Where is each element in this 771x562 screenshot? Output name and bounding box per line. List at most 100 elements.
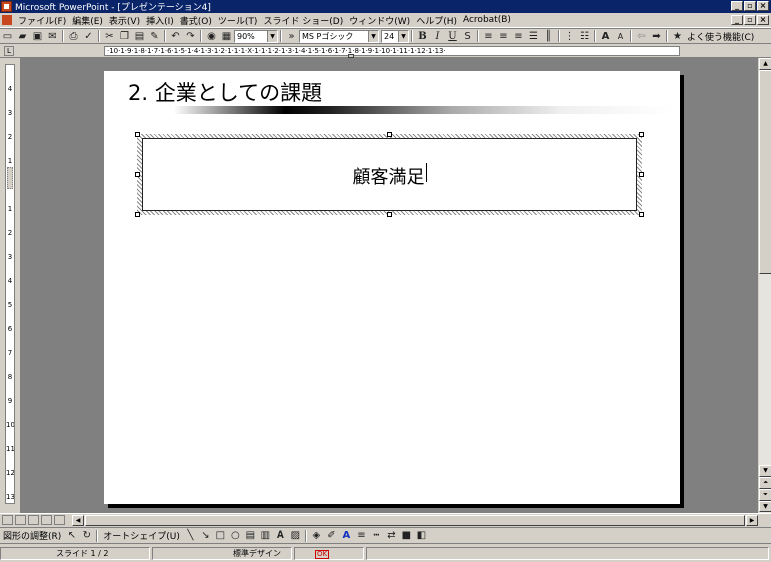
hyperlink-icon[interactable]: ◉ xyxy=(204,29,219,43)
menu-edit[interactable]: 編集(E) xyxy=(69,14,106,27)
new-file-icon[interactable]: ▭ xyxy=(0,29,15,43)
decrease-font-icon[interactable]: A xyxy=(613,29,628,43)
menu-format[interactable]: 書式(O) xyxy=(177,14,215,27)
promote-icon[interactable]: ⇦ xyxy=(634,29,649,43)
numbering-icon[interactable]: ⋮ xyxy=(562,29,577,43)
menu-help[interactable]: ヘルプ(H) xyxy=(413,14,460,27)
email-icon[interactable]: ✉ xyxy=(45,29,60,43)
slide-sorter-icon[interactable] xyxy=(41,515,52,525)
menu-slideshow[interactable]: スライド ショー(D) xyxy=(260,14,346,27)
format-painter-icon[interactable]: ✎ xyxy=(147,29,162,43)
scroll-left-icon[interactable]: ◀ xyxy=(72,515,84,526)
underline-button[interactable]: U xyxy=(445,29,460,43)
arrow-tool-icon[interactable]: ↘ xyxy=(198,529,213,543)
slideshow-view-icon[interactable] xyxy=(54,515,65,525)
resize-handle-bottom-right[interactable] xyxy=(639,212,644,217)
close-button[interactable]: × xyxy=(757,1,769,11)
toolbar-options-icon[interactable]: » xyxy=(284,29,299,43)
redo-icon[interactable]: ↷ xyxy=(183,29,198,43)
cut-icon[interactable]: ✂ xyxy=(102,29,117,43)
next-slide-icon[interactable]: ⏷ xyxy=(759,489,771,501)
dash-style-icon[interactable]: ┅ xyxy=(369,529,384,543)
horizontal-ruler[interactable]: ·10·1·9·1·8·1·7·1·6·1·5·1·4·1·3·1·2·1·1·… xyxy=(104,46,680,56)
line-color-icon[interactable]: ✐ xyxy=(324,529,339,543)
vertical-textbox-tool-icon[interactable]: ▥ xyxy=(258,529,273,543)
resize-handle-top-left[interactable] xyxy=(135,132,140,137)
line-tool-icon[interactable]: ╲ xyxy=(183,529,198,543)
open-folder-icon[interactable]: ▰ xyxy=(15,29,30,43)
clipart-icon[interactable]: ▨ xyxy=(288,529,303,543)
line-style-icon[interactable]: ≡ xyxy=(354,529,369,543)
previous-slide-icon[interactable]: ⏶ xyxy=(759,477,771,489)
slide-canvas[interactable]: 2. 企業としての課題 顧客満足 xyxy=(104,71,680,504)
restore-button[interactable]: ▫ xyxy=(744,1,756,11)
tab-selector[interactable]: L xyxy=(4,46,14,56)
textbox-text[interactable]: 顧客満足 xyxy=(353,163,425,189)
zoom-select[interactable]: 90% ▼ xyxy=(234,29,278,43)
align-center-icon[interactable]: ≡ xyxy=(496,29,511,43)
menu-acrobat[interactable]: Acrobat(B) xyxy=(460,15,514,25)
horizontal-scroll-thumb[interactable] xyxy=(85,515,745,526)
shadow-style-icon[interactable]: ■ xyxy=(399,529,414,543)
oval-tool-icon[interactable]: ○ xyxy=(228,529,243,543)
insert-table-icon[interactable]: ▦ xyxy=(219,29,234,43)
vertical-text-icon[interactable]: ║ xyxy=(541,29,556,43)
fill-color-icon[interactable]: ◈ xyxy=(309,529,324,543)
powerpoint-app-icon[interactable] xyxy=(1,1,12,12)
slide-view-icon[interactable] xyxy=(28,515,39,525)
resize-handle-bottom[interactable] xyxy=(387,212,392,217)
justify-icon[interactable]: ☰ xyxy=(526,29,541,43)
bold-button[interactable]: B xyxy=(415,29,430,43)
scroll-down-icon[interactable]: ▼ xyxy=(759,465,771,477)
align-right-icon[interactable]: ≡ xyxy=(511,29,526,43)
font-color-icon[interactable]: A xyxy=(339,529,354,543)
font-dropdown-arrow-icon[interactable]: ▼ xyxy=(368,30,378,42)
minimize-button[interactable]: _ xyxy=(731,1,743,11)
scroll-up-icon[interactable]: ▲ xyxy=(759,58,771,70)
align-left-icon[interactable]: ≡ xyxy=(481,29,496,43)
autoshapes-menu[interactable]: オートシェイプ(U) xyxy=(100,529,183,542)
demote-icon[interactable]: ➡ xyxy=(649,29,664,43)
vertical-scrollbar[interactable]: ▲ ▼ ⏶ ⏷ ▼ xyxy=(758,58,771,513)
spellcheck-status-icon[interactable]: OK xyxy=(315,550,329,559)
doc-close-button[interactable]: × xyxy=(757,15,769,25)
menu-file[interactable]: ファイル(F) xyxy=(15,14,69,27)
menu-insert[interactable]: 挿入(I) xyxy=(143,14,177,27)
shadow-button[interactable]: S xyxy=(460,29,475,43)
undo-icon[interactable]: ↶ xyxy=(168,29,183,43)
paste-icon[interactable]: ▤ xyxy=(132,29,147,43)
wordart-icon[interactable]: 𝐀 xyxy=(273,529,288,543)
menu-tools[interactable]: ツール(T) xyxy=(215,14,261,27)
rotate-icon[interactable]: ↻ xyxy=(79,529,94,543)
textbox-tool-icon[interactable]: ▤ xyxy=(243,529,258,543)
font-name-select[interactable]: MS Pゴシック ▼ xyxy=(299,29,379,43)
font-size-select[interactable]: 24 ▼ xyxy=(381,29,409,43)
copy-icon[interactable]: ❐ xyxy=(117,29,132,43)
spellcheck-icon[interactable]: ✓ xyxy=(81,29,96,43)
resize-handle-bottom-left[interactable] xyxy=(135,212,140,217)
arrow-style-icon[interactable]: ⇄ xyxy=(384,529,399,543)
slide-title[interactable]: 2. 企業としての課題 xyxy=(128,77,322,107)
textbox-content[interactable]: 顧客満足 xyxy=(142,138,637,211)
print-icon[interactable]: ⎙ xyxy=(66,29,81,43)
menu-window[interactable]: ウィンドウ(W) xyxy=(346,14,413,27)
resize-handle-right[interactable] xyxy=(639,172,644,177)
bullets-icon[interactable]: ☷ xyxy=(577,29,592,43)
zoom-dropdown-arrow-icon[interactable]: ▼ xyxy=(267,30,277,42)
size-dropdown-arrow-icon[interactable]: ▼ xyxy=(398,30,408,42)
rectangle-tool-icon[interactable]: □ xyxy=(213,529,228,543)
draw-menu-button[interactable]: 図形の調整(R) xyxy=(0,529,64,542)
selected-textbox[interactable]: 顧客満足 xyxy=(137,134,642,215)
favorites-icon[interactable]: ★ xyxy=(670,29,685,43)
resize-handle-top-right[interactable] xyxy=(639,132,644,137)
resize-handle-top[interactable] xyxy=(387,132,392,137)
vertical-ruler[interactable]: 4 3 2 1 1 2 3 4 5 6 7 8 9 10 11 12 13 xyxy=(5,64,15,504)
italic-button[interactable]: I xyxy=(430,29,445,43)
doc-restore-button[interactable]: ▫ xyxy=(744,15,756,25)
doc-minimize-button[interactable]: _ xyxy=(731,15,743,25)
resize-handle-left[interactable] xyxy=(135,172,140,177)
horizontal-scrollbar[interactable]: ◀ ▶ xyxy=(72,515,758,526)
increase-font-icon[interactable]: A xyxy=(598,29,613,43)
3d-style-icon[interactable]: ◧ xyxy=(414,529,429,543)
document-icon[interactable] xyxy=(2,15,12,25)
